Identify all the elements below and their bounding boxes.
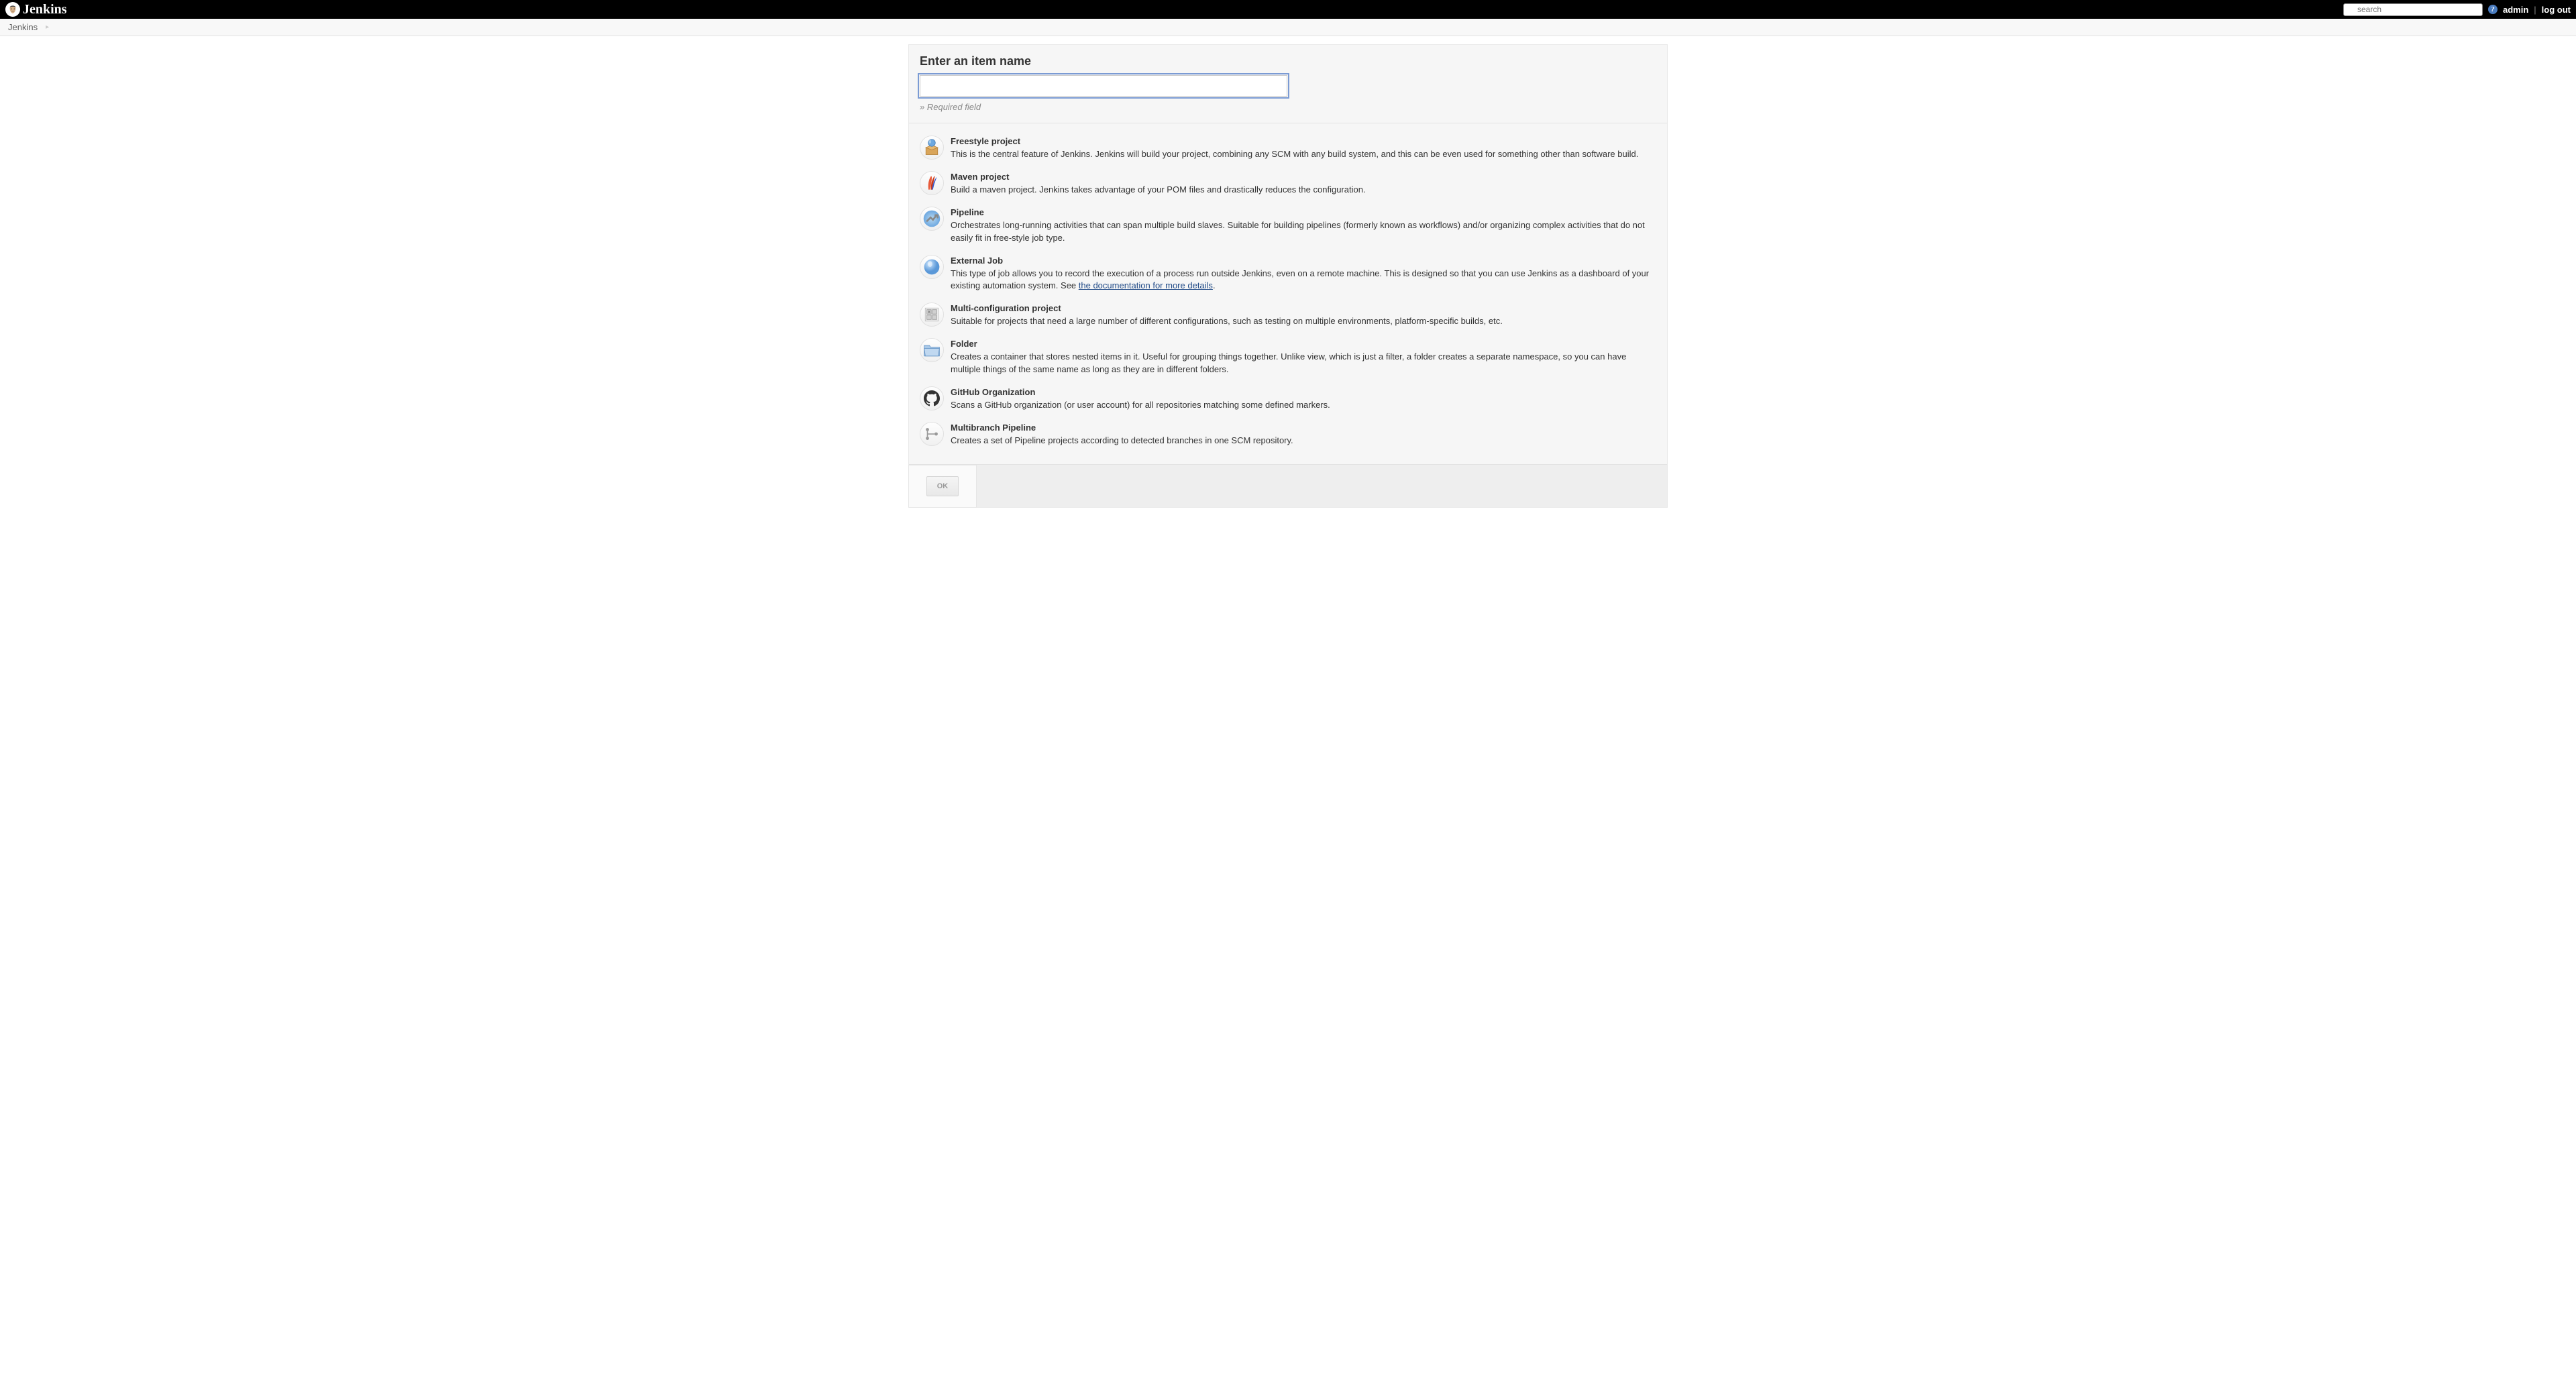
ok-box: OK [908, 465, 977, 508]
item-type-folder[interactable]: Folder Creates a container that stores n… [920, 333, 1656, 380]
header-separator: | [2534, 5, 2536, 15]
desc-prefix: This type of job allows you to record th… [951, 268, 1649, 290]
breadcrumb-item-jenkins[interactable]: Jenkins [8, 22, 38, 32]
breadcrumb: Jenkins ▸ [0, 19, 2576, 36]
item-type-title: Maven project [951, 172, 1656, 182]
multibranch-icon [920, 422, 944, 446]
desc-suffix: . [1213, 280, 1216, 290]
item-type-text: Multi-configuration project Suitable for… [951, 302, 1656, 327]
item-type-text: Maven project Build a maven project. Jen… [951, 171, 1656, 196]
jenkins-logo-text: Jenkins [23, 2, 67, 17]
item-type-text: Folder Creates a container that stores n… [951, 338, 1656, 375]
external-job-icon [920, 255, 944, 279]
item-type-text: GitHub Organization Scans a GitHub organ… [951, 386, 1656, 411]
item-type-title: External Job [951, 256, 1656, 266]
user-link[interactable]: admin [2503, 5, 2528, 15]
item-type-desc: Creates a container that stores nested i… [951, 351, 1656, 375]
item-name-input[interactable] [920, 75, 1287, 97]
search-input[interactable] [2343, 3, 2483, 16]
item-type-text: Pipeline Orchestrates long-running activ… [951, 207, 1656, 243]
item-name-heading: Enter an item name [920, 54, 1656, 68]
item-type-text: Freestyle project This is the central fe… [951, 135, 1656, 160]
folder-icon [920, 338, 944, 362]
multiconfig-icon [920, 302, 944, 327]
jenkins-head-icon [5, 2, 20, 17]
item-type-text: External Job This type of job allows you… [951, 255, 1656, 292]
item-type-title: GitHub Organization [951, 387, 1656, 397]
item-type-title: Multibranch Pipeline [951, 423, 1656, 433]
item-type-title: Freestyle project [951, 136, 1656, 146]
github-icon [920, 386, 944, 410]
documentation-link[interactable]: the documentation for more details [1079, 280, 1213, 290]
item-type-desc: Creates a set of Pipeline projects accor… [951, 435, 1656, 447]
top-header: Jenkins ? admin | log out [0, 0, 2576, 19]
item-type-list: Freestyle project This is the central fe… [909, 123, 1667, 464]
item-type-text: Multibranch Pipeline Creates a set of Pi… [951, 422, 1656, 447]
pipeline-icon [920, 207, 944, 231]
item-type-desc: Build a maven project. Jenkins takes adv… [951, 184, 1656, 196]
help-icon[interactable]: ? [2488, 5, 2498, 14]
maven-icon [920, 171, 944, 195]
item-type-multiconfig[interactable]: Multi-configuration project Suitable for… [920, 297, 1656, 333]
search-wrapper [2343, 3, 2483, 16]
jenkins-logo[interactable]: Jenkins [5, 2, 67, 17]
ok-button[interactable]: OK [926, 476, 959, 496]
main-content: Enter an item name » Required field Free… [908, 36, 1668, 516]
item-type-maven[interactable]: Maven project Build a maven project. Jen… [920, 166, 1656, 201]
freestyle-icon [920, 135, 944, 160]
item-type-title: Folder [951, 339, 1656, 349]
item-type-multibranch[interactable]: Multibranch Pipeline Creates a set of Pi… [920, 417, 1656, 452]
item-type-github-org[interactable]: GitHub Organization Scans a GitHub organ… [920, 381, 1656, 417]
item-type-title: Multi-configuration project [951, 303, 1656, 313]
item-type-pipeline[interactable]: Pipeline Orchestrates long-running activ… [920, 201, 1656, 249]
item-type-freestyle[interactable]: Freestyle project This is the central fe… [920, 130, 1656, 166]
item-type-title: Pipeline [951, 207, 1656, 217]
item-type-external[interactable]: External Job This type of job allows you… [920, 250, 1656, 297]
item-type-desc: This is the central feature of Jenkins. … [951, 148, 1656, 160]
required-field-hint: » Required field [920, 102, 1656, 112]
header-right: ? admin | log out [2343, 3, 2571, 16]
item-type-desc: Suitable for projects that need a large … [951, 315, 1656, 327]
item-type-desc: This type of job allows you to record th… [951, 268, 1656, 292]
new-item-panel: Enter an item name » Required field Free… [908, 44, 1668, 508]
item-type-desc: Orchestrates long-running activities tha… [951, 219, 1656, 243]
item-name-section: Enter an item name » Required field [909, 45, 1667, 123]
chevron-right-icon: ▸ [46, 23, 49, 31]
ok-section: OK [909, 464, 1667, 507]
item-type-desc: Scans a GitHub organization (or user acc… [951, 399, 1656, 411]
logout-link[interactable]: log out [2542, 5, 2571, 15]
